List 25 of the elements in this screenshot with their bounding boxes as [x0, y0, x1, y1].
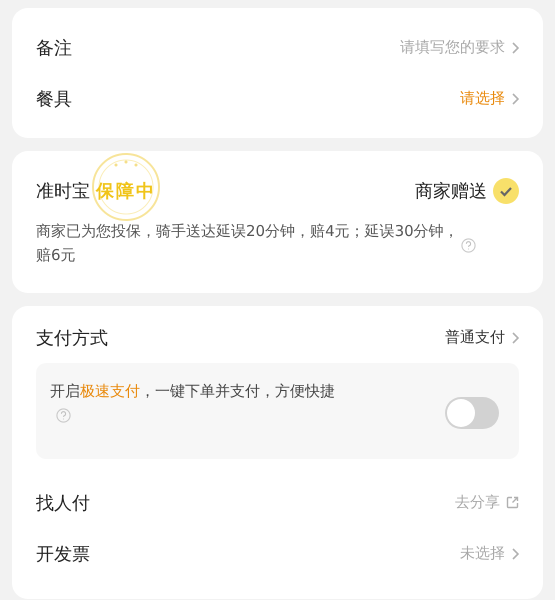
row-label: 支付方式: [36, 326, 108, 350]
chevron-icon: [511, 42, 519, 54]
chevron-icon: [511, 92, 519, 104]
chevron-icon: [511, 548, 519, 560]
insurance-title: 准时宝: [36, 180, 90, 203]
status-label: 保障中: [96, 181, 156, 202]
toggle-switch[interactable]: [445, 397, 499, 429]
seal-icon: [90, 151, 162, 223]
row-link[interactable]: 请选择: [460, 89, 519, 108]
checkbox[interactable]: [493, 178, 519, 204]
row-link[interactable]: 去分享: [455, 493, 519, 512]
promo-text: 开启极速支付，一键下单并支付，方便快捷: [50, 382, 335, 400]
row-link[interactable]: 普通支付: [445, 328, 519, 347]
share-icon: [506, 496, 519, 509]
row-link[interactable]: 未选择: [460, 544, 519, 563]
help-icon[interactable]: [461, 238, 476, 252]
help-icon[interactable]: [56, 408, 71, 424]
row-label: 找人付: [36, 492, 90, 514]
row-label: 开发票: [36, 542, 90, 566]
row-link[interactable]: 请填写您的要求: [400, 38, 519, 57]
row-label: 备注: [36, 36, 72, 60]
insurance-description: 商家已为您投保，骑手送达延误20分钟，赔4元；延误30分钟，赔6元: [36, 221, 460, 266]
gift-label: 商家赠送: [415, 180, 487, 203]
row-label: 餐具: [36, 88, 72, 110]
chevron-icon: [511, 332, 519, 344]
